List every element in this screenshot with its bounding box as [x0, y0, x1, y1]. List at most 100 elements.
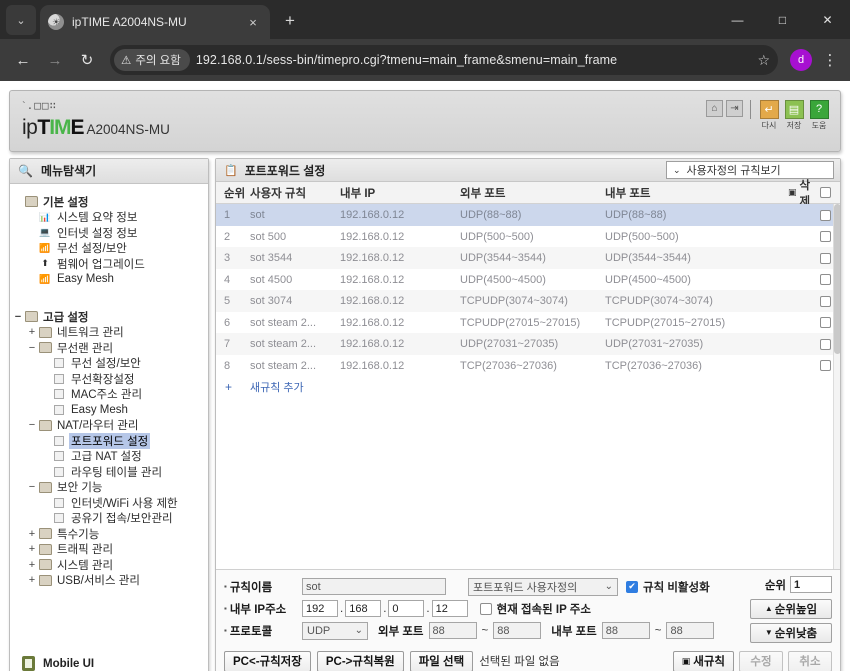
reload-icon[interactable]: ↻ — [72, 45, 102, 75]
sidebar-item-system-mgmt[interactable]: + 시스템 관리 — [10, 557, 208, 573]
rule-name-input[interactable]: sot — [302, 578, 446, 596]
table-row[interactable]: 2 sot 500 192.168.0.12 UDP(500~500) UDP(… — [216, 225, 840, 248]
chart-icon: 📊 — [39, 211, 51, 222]
protocol-select[interactable]: UDP ⌄ — [302, 621, 368, 640]
window-close-icon[interactable]: ✕ — [805, 0, 850, 40]
row-checkbox[interactable] — [820, 317, 831, 329]
restore-rules-from-pc-button[interactable]: PC->규칙복원 — [316, 650, 404, 671]
internal-port-from-input[interactable]: 88 — [601, 622, 650, 640]
mobile-ui-button[interactable]: Mobile UI — [10, 649, 208, 671]
table-row[interactable]: 4 sot 4500 192.168.0.12 UDP(4500~4500) U… — [216, 268, 840, 291]
select-all-checkbox[interactable] — [820, 187, 831, 199]
expand-toggle[interactable]: + — [26, 543, 38, 555]
sidebar-item-wireless-extension[interactable]: 무선확장설정 — [10, 371, 208, 387]
rank-label: 순위 — [764, 579, 786, 592]
row-checkbox[interactable] — [820, 338, 831, 350]
table-row[interactable]: 8 sot steam 2... 192.168.0.12 TCP(27036~… — [216, 354, 840, 377]
collapse-toggle[interactable]: − — [26, 419, 38, 431]
home-icon[interactable]: ⌂ — [706, 99, 723, 117]
ip-octet-4-input[interactable]: 12 — [431, 600, 468, 618]
sidebar-item-advanced-nat[interactable]: 고급 NAT 설정 — [10, 448, 208, 464]
choose-file-button[interactable]: 파일 선택 — [409, 650, 474, 671]
cell-rule-name: sot 500 — [250, 230, 287, 243]
table-row[interactable]: 5 sot 3074 192.168.0.12 TCPUDP(3074~3074… — [216, 290, 840, 312]
scrollbar-thumb[interactable] — [834, 204, 840, 355]
row-checkbox[interactable] — [820, 231, 831, 243]
reboot-button[interactable]: ↵ 다시 — [758, 99, 780, 131]
save-rules-to-pc-button[interactable]: PC<-규칙저장 — [224, 650, 311, 671]
internal-port-to-input[interactable]: 88 — [666, 622, 715, 640]
add-new-rule-row[interactable]: + 새규칙 추가 — [216, 376, 840, 399]
bookmark-star-icon[interactable]: ☆ — [757, 52, 772, 69]
sidebar-item-port-forward[interactable]: 포트포워드 설정 — [10, 432, 208, 449]
new-tab-button[interactable]: + — [276, 7, 304, 35]
minimize-icon[interactable]: — — [715, 0, 760, 40]
brand-im: IM — [49, 115, 71, 139]
sidebar-item-internet-wifi-restrict[interactable]: 인터넷/WiFi 사용 제한 — [10, 495, 208, 511]
sidebar-item-usb-service-mgmt[interactable]: + USB/서비스 관리 — [10, 572, 208, 588]
tab-list-button[interactable]: ⌄ — [6, 5, 36, 36]
table-scrollbar[interactable] — [833, 204, 840, 569]
expand-toggle[interactable]: + — [26, 528, 38, 540]
rank-input[interactable]: 1 — [790, 576, 832, 594]
row-checkbox[interactable] — [820, 295, 831, 307]
sidebar-group-basic[interactable]: 기본 설정 — [10, 194, 208, 210]
help-button[interactable]: ? 도움 — [808, 99, 830, 131]
ip-octet-2-input[interactable]: 168 — [345, 600, 382, 618]
current-ip-checkbox[interactable] — [479, 602, 492, 615]
rank-down-button[interactable]: ▼ 순위낮춤 — [750, 622, 832, 643]
maximize-icon[interactable]: □ — [760, 0, 805, 40]
collapse-toggle[interactable]: − — [26, 342, 38, 354]
browser-tab[interactable]: ☀ ipTIME A2004NS-MU × — [40, 5, 270, 40]
close-icon[interactable]: × — [244, 13, 262, 31]
sidebar-item-easy-mesh-adv[interactable]: Easy Mesh — [10, 402, 208, 418]
new-rule-button[interactable]: ▣ 새규칙 — [672, 650, 734, 671]
row-checkbox[interactable] — [820, 252, 831, 264]
logout-icon[interactable]: ⇥ — [726, 99, 743, 117]
sidebar-item-mac-mgmt[interactable]: MAC주소 관리 — [10, 386, 208, 402]
sidebar-item-wireless-setup[interactable]: 무선 설정/보안 — [10, 355, 208, 371]
menu-kebab-icon[interactable]: ⋮ — [818, 53, 842, 68]
preset-select[interactable]: 포트포워드 사용자정의 ⌄ — [468, 577, 618, 596]
forward-icon[interactable]: → — [40, 45, 70, 75]
collapse-toggle[interactable]: − — [26, 481, 38, 493]
disable-rule-checkbox[interactable]: ✔ — [626, 580, 638, 593]
sidebar-item-firmware-upgrade[interactable]: ⬆ 펌웨어 업그레이드 — [10, 256, 208, 272]
sidebar-item-network-mgmt[interactable]: + 네트워크 관리 — [10, 324, 208, 340]
sidebar-item-security-features[interactable]: − 보안 기능 — [10, 479, 208, 495]
sidebar-item-special-features[interactable]: + 특수기능 — [10, 526, 208, 542]
sidebar-item-wlan-mgmt[interactable]: − 무선랜 관리 — [10, 340, 208, 356]
expand-toggle[interactable]: + — [26, 559, 38, 571]
sidebar-item-traffic-mgmt[interactable]: + 트래픽 관리 — [10, 541, 208, 557]
row-checkbox[interactable] — [820, 274, 831, 286]
row-checkbox[interactable] — [820, 209, 831, 221]
sidebar-item-nat-router-mgmt[interactable]: − NAT/라우터 관리 — [10, 417, 208, 433]
table-row[interactable]: 1 sot 192.168.0.12 UDP(88~88) UDP(88~88) — [216, 204, 840, 226]
expand-toggle[interactable]: + — [26, 574, 38, 586]
avatar[interactable]: d — [790, 49, 812, 72]
ip-octet-3-input[interactable]: 0 — [388, 600, 425, 618]
table-row[interactable]: 3 sot 3544 192.168.0.12 UDP(3544~3544) U… — [216, 247, 840, 269]
sidebar-group-advanced[interactable]: − 고급 설정 — [10, 309, 208, 325]
modify-button[interactable]: 수정 — [739, 650, 783, 671]
back-icon[interactable]: ← — [8, 45, 38, 75]
sidebar-item-router-access-security[interactable]: 공유기 접속/보안관리 — [10, 510, 208, 526]
row-checkbox[interactable] — [820, 360, 831, 372]
ip-octet-1-input[interactable]: 192 — [302, 600, 338, 618]
table-row[interactable]: 6 sot steam 2... 192.168.0.12 TCPUDP(270… — [216, 311, 840, 334]
sidebar-item-internet-info[interactable]: 💻 인터넷 설정 정보 — [10, 225, 208, 241]
collapse-toggle[interactable]: − — [12, 311, 24, 323]
sidebar-item-routing-table[interactable]: 라우팅 테이블 관리 — [10, 464, 208, 480]
external-port-to-input[interactable]: 88 — [493, 622, 542, 640]
security-badge[interactable]: ⚠ 주의 요함 — [114, 49, 190, 72]
sidebar-item-system-summary[interactable]: 📊 시스템 요약 정보 — [10, 209, 208, 225]
address-bar[interactable]: ⚠ 주의 요함 192.168.0.1/sess-bin/timepro.cgi… — [110, 45, 778, 76]
save-button[interactable]: ▤ 저장 — [783, 99, 805, 131]
rank-up-button[interactable]: ▲ 순위높임 — [750, 598, 832, 619]
cancel-button[interactable]: 취소 — [788, 650, 832, 671]
expand-toggle[interactable]: + — [26, 326, 38, 338]
external-port-from-input[interactable]: 88 — [428, 622, 477, 640]
table-row[interactable]: 7 sot steam 2... 192.168.0.12 UDP(27031~… — [216, 333, 840, 355]
sidebar-item-easy-mesh[interactable]: 📶 Easy Mesh — [10, 271, 208, 287]
sidebar-item-wireless-security[interactable]: 📶 무선 설정/보안 — [10, 240, 208, 256]
